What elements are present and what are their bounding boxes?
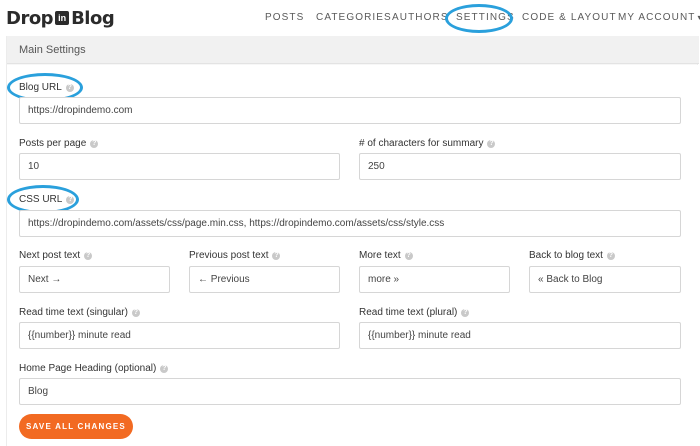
more-text-label: More text ? <box>359 250 413 261</box>
nav-my-account-label: MY ACCOUNT <box>618 12 696 23</box>
previous-post-label-text: Previous post text <box>189 250 269 261</box>
home-heading-label: Home Page Heading (optional) ? <box>19 363 169 374</box>
nav-code-layout[interactable]: CODE & LAYOUT <box>522 12 617 23</box>
previous-post-label: Previous post text ? <box>189 250 281 261</box>
read-time-singular-input[interactable]: {{number}} minute read <box>19 322 340 349</box>
back-to-blog-label-text: Back to blog text <box>529 250 603 261</box>
summary-chars-input[interactable]: 250 <box>359 153 681 180</box>
blog-url-input[interactable]: https://dropindemo.com <box>19 97 681 124</box>
more-text-input[interactable]: more » <box>359 266 510 293</box>
posts-per-page-input[interactable]: 10 <box>19 153 340 180</box>
summary-chars-label: # of characters for summary ? <box>359 138 496 149</box>
section-title: Main Settings <box>19 44 86 56</box>
summary-chars-label-text: # of characters for summary <box>359 138 484 149</box>
read-time-plural-label: Read time text (plural) ? <box>359 307 470 318</box>
question-circle-icon[interactable]: ? <box>131 308 140 317</box>
question-circle-icon[interactable]: ? <box>160 364 169 373</box>
nav-my-account[interactable]: MY ACCOUNT▾ <box>618 12 700 23</box>
nav-authors[interactable]: AUTHORS <box>392 12 449 23</box>
home-heading-label-text: Home Page Heading (optional) <box>19 363 157 374</box>
question-circle-icon[interactable]: ? <box>404 251 413 260</box>
posts-per-page-label-text: Posts per page <box>19 138 87 149</box>
css-url-label-text: CSS URL <box>19 194 63 205</box>
read-time-plural-label-text: Read time text (plural) <box>359 307 458 318</box>
save-all-changes-button[interactable]: SAVE ALL CHANGES <box>19 414 133 439</box>
nav-settings[interactable]: SETTINGS <box>456 12 515 23</box>
back-to-blog-label: Back to blog text ? <box>529 250 615 261</box>
question-circle-icon[interactable]: ? <box>272 251 281 260</box>
dropinblog-logo[interactable]: Drop in Blog <box>6 7 115 29</box>
css-url-input[interactable]: https://dropindemo.com/assets/css/page.m… <box>19 210 681 237</box>
read-time-plural-input[interactable]: {{number}} minute read <box>359 322 681 349</box>
question-circle-icon[interactable]: ? <box>487 139 496 148</box>
back-to-blog-input[interactable]: « Back to Blog <box>529 266 681 293</box>
more-text-label-text: More text <box>359 250 401 261</box>
section-header: Main Settings <box>7 36 699 64</box>
top-navigation-bar: Drop in Blog POSTS CATEGORIES AUTHORS SE… <box>0 0 700 36</box>
question-circle-icon[interactable]: ? <box>461 308 470 317</box>
question-circle-icon[interactable]: ? <box>66 195 75 204</box>
home-heading-input[interactable]: Blog <box>19 378 681 405</box>
blog-url-label-text: Blog URL <box>19 82 62 93</box>
nav-posts[interactable]: POSTS <box>265 12 304 23</box>
logo-text-right: Blog <box>71 7 115 29</box>
question-circle-icon[interactable]: ? <box>90 139 99 148</box>
read-time-singular-label-text: Read time text (singular) <box>19 307 128 318</box>
css-url-label: CSS URL ? <box>19 194 75 205</box>
read-time-singular-label: Read time text (singular) ? <box>19 307 140 318</box>
nav-categories[interactable]: CATEGORIES <box>316 12 392 23</box>
blog-url-label: Blog URL ? <box>19 82 74 93</box>
question-circle-icon[interactable]: ? <box>65 83 74 92</box>
posts-per-page-label: Posts per page ? <box>19 138 99 149</box>
question-circle-icon[interactable]: ? <box>84 251 93 260</box>
logo-badge: in <box>55 11 70 25</box>
logo-text-left: Drop <box>6 7 54 29</box>
question-circle-icon[interactable]: ? <box>606 251 615 260</box>
next-post-input[interactable]: Next → <box>19 266 170 293</box>
next-post-label: Next post text ? <box>19 250 93 261</box>
next-post-label-text: Next post text <box>19 250 81 261</box>
previous-post-input[interactable]: ← Previous <box>189 266 340 293</box>
